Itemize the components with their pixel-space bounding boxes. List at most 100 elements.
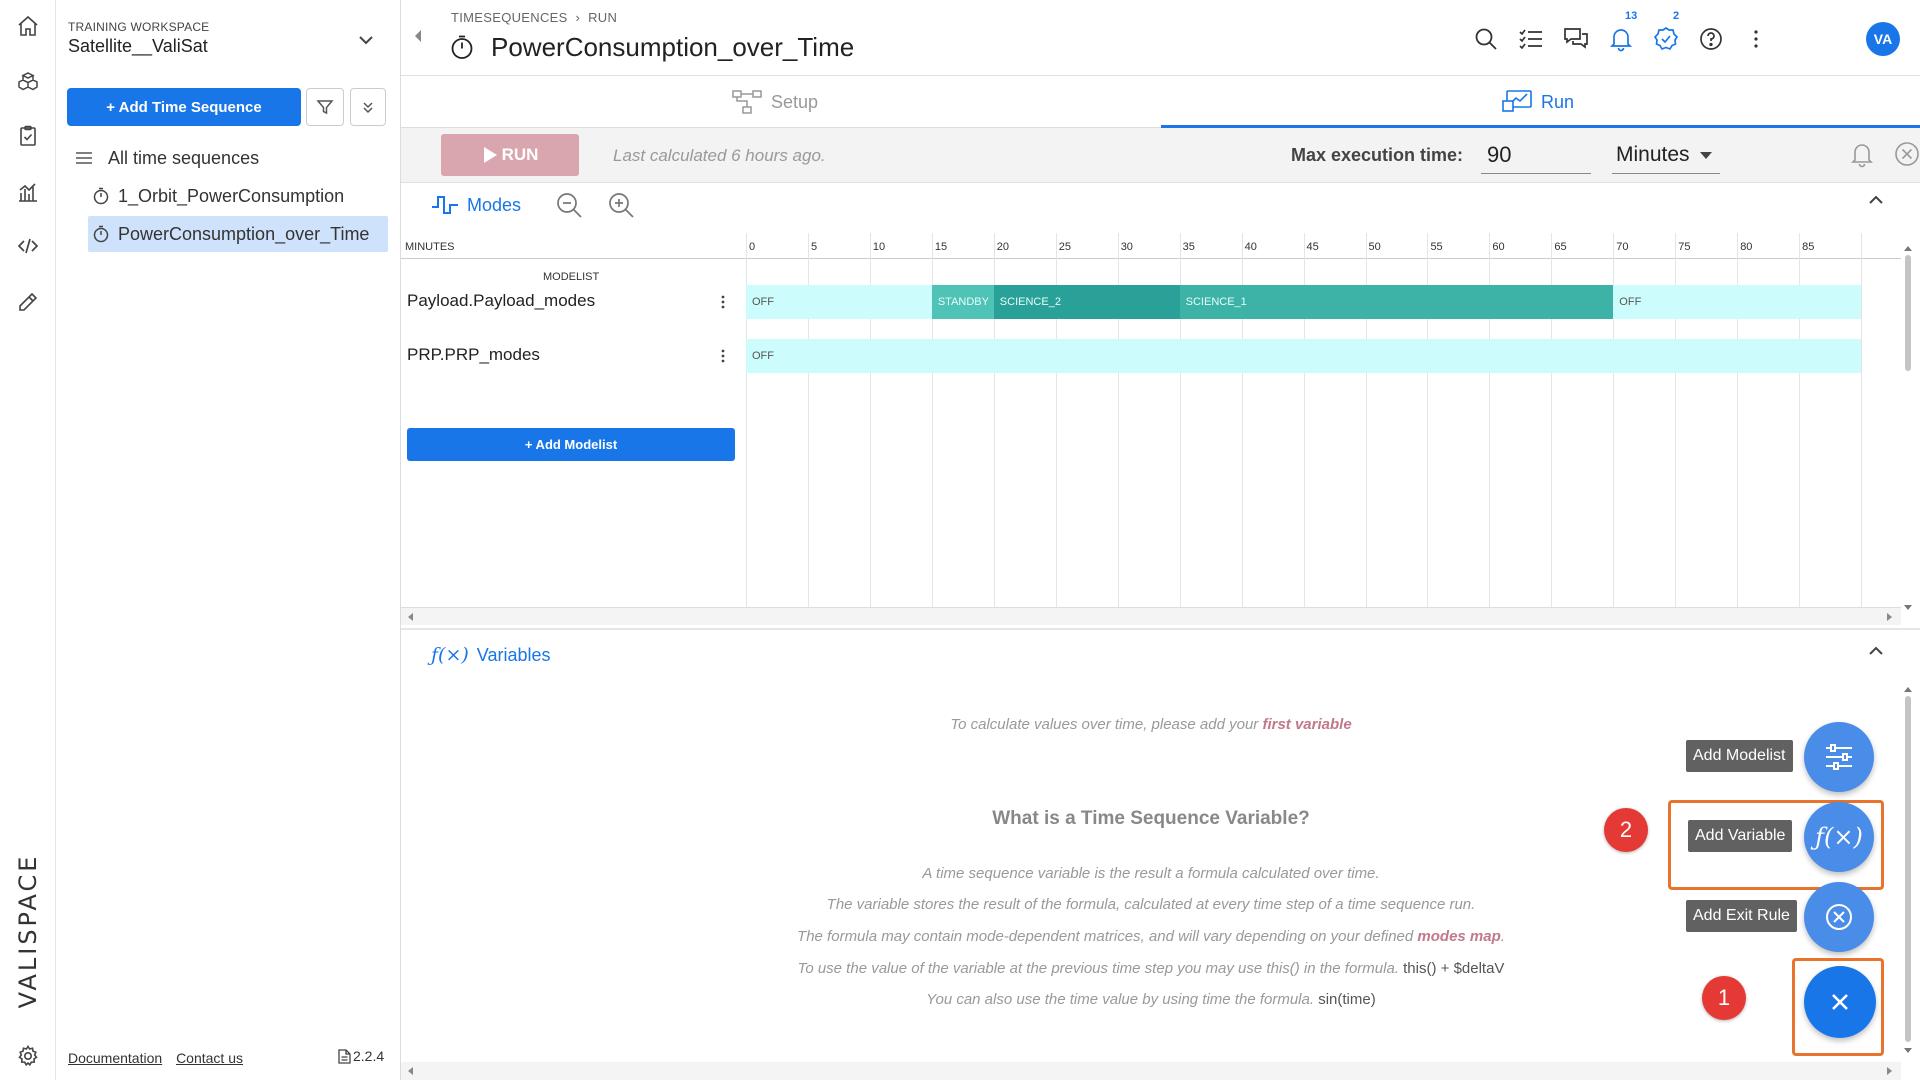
setup-flow-icon [732, 90, 762, 114]
help-paragraph-5: You can also use the time value by using… [401, 991, 1901, 1008]
chevron-down-icon[interactable] [358, 32, 374, 48]
workspace-label: TRAINING WORKSPACE [68, 20, 210, 34]
minutes-axis-label: MINUTES [405, 241, 455, 253]
time-tick-label: 25 [1058, 241, 1071, 253]
intro-text: To calculate values over time, please ad… [950, 716, 1263, 733]
mode-segment-standby[interactable]: STANDBY [931, 285, 994, 319]
modes-heading[interactable]: Modes [431, 193, 521, 217]
collapse-sidebar-icon[interactable] [413, 28, 423, 44]
time-unit-value: Minutes [1616, 142, 1690, 166]
notifications-bell-icon[interactable] [1608, 26, 1634, 52]
time-tick-label: 40 [1244, 241, 1257, 253]
breadcrumb-separator-icon: › [575, 10, 581, 25]
close-speed-dial-fab[interactable] [1804, 966, 1876, 1038]
mode-segment-science-1[interactable]: SCIENCE_1 [1179, 285, 1614, 319]
row-menu-icon[interactable] [721, 349, 725, 363]
checklist-icon[interactable] [1518, 26, 1544, 52]
time-tick-label: 80 [1740, 241, 1753, 253]
contact-link[interactable]: Contact us [176, 1050, 243, 1066]
user-avatar[interactable]: VA [1866, 22, 1900, 56]
tree-item-power-over-time[interactable]: PowerConsumption_over_Time [88, 216, 388, 252]
alarm-bell-icon[interactable] [1849, 140, 1875, 168]
tab-run-label: Run [1541, 91, 1575, 112]
exit-rule-icon[interactable] [1893, 140, 1920, 168]
modes-map-link[interactable]: modes map [1417, 928, 1500, 945]
add-modelist-button[interactable]: + Add Modelist [407, 428, 735, 461]
time-unit-select[interactable]: Minutes [1612, 136, 1720, 174]
run-button[interactable]: RUN [441, 134, 579, 176]
code-example: this() + $deltaV [1403, 960, 1505, 977]
analytics-icon[interactable] [16, 180, 40, 204]
run-chart-icon [1502, 90, 1532, 112]
breadcrumb-timesequences[interactable]: TIMESEQUENCES [451, 10, 568, 25]
breadcrumb: TIMESEQUENCES › RUN [451, 10, 617, 25]
expand-all-button[interactable] [350, 88, 386, 126]
add-time-sequence-button[interactable]: + Add Time Sequence [67, 88, 301, 126]
time-tick-label: 0 [749, 241, 756, 253]
home-icon[interactable] [16, 14, 40, 38]
tasks-check-icon[interactable] [1653, 26, 1679, 52]
help-icon[interactable] [1698, 26, 1724, 52]
ruler-pencil-icon[interactable] [16, 290, 40, 314]
variables-vertical-scrollbar[interactable] [1899, 684, 1917, 1056]
mode-segment-off[interactable]: OFF [746, 285, 932, 319]
mode-segment-off[interactable]: OFF [1613, 285, 1862, 319]
modelist-name-payload[interactable]: Payload.Payload_modes [407, 291, 595, 311]
time-tick-label: 50 [1368, 241, 1381, 253]
variables-horizontal-scrollbar[interactable] [401, 1062, 1901, 1080]
tree-item-orbit-power[interactable]: 1_Orbit_PowerConsumption [92, 178, 372, 214]
max-execution-label: Max execution time: [1291, 145, 1464, 165]
variables-heading[interactable]: ƒ(×) Variables [431, 644, 551, 666]
zoom-in-icon[interactable] [607, 191, 635, 219]
collapse-modes-icon[interactable] [1868, 195, 1884, 205]
clipboard-check-icon[interactable] [16, 124, 40, 148]
function-icon: ƒ(×) [1815, 823, 1863, 851]
help-paragraph-2: The variable stores the result of the fo… [826, 896, 1476, 913]
add-variable-fab-label[interactable]: Add Variable [1688, 820, 1793, 852]
modes-vertical-scrollbar[interactable] [1899, 243, 1917, 613]
more-vertical-icon[interactable] [1743, 26, 1769, 52]
max-execution-input[interactable] [1481, 136, 1591, 174]
modelist-name-prp[interactable]: PRP.PRP_modes [407, 345, 540, 365]
blocks-icon[interactable] [16, 70, 40, 94]
documentation-link[interactable]: Documentation [68, 1050, 162, 1066]
tree-item-label: PowerConsumption_over_Time [118, 223, 370, 244]
step-badge-2: 2 [1604, 808, 1648, 852]
breadcrumb-run: RUN [588, 10, 618, 25]
first-variable-link[interactable]: first variable [1262, 716, 1351, 733]
add-exit-rule-fab-label[interactable]: Add Exit Rule [1686, 900, 1797, 932]
add-modelist-fab[interactable] [1804, 722, 1874, 792]
sequence-sidebar: TRAINING WORKSPACE Satellite__ValiSat + … [56, 0, 401, 1080]
workspace-name[interactable]: Satellite__ValiSat [68, 36, 208, 57]
code-example: sin(time) [1318, 991, 1376, 1008]
mode-segment-science-2[interactable]: SCIENCE_2 [993, 285, 1180, 319]
tree-item-all-sequences[interactable]: All time sequences [72, 140, 372, 176]
help-text: The formula may contain mode-dependent m… [797, 928, 1418, 945]
tab-setup[interactable]: Setup [731, 76, 818, 128]
function-icon: ƒ(×) [431, 644, 469, 666]
run-button-label: RUN [501, 145, 539, 164]
version-number: 2.2.4 [353, 1048, 385, 1064]
modes-horizontal-scrollbar[interactable] [401, 607, 1901, 625]
time-tick-label: 35 [1182, 241, 1195, 253]
run-toolbar: RUN Last calculated 6 hours ago. Max exe… [401, 128, 1920, 183]
chat-icon[interactable] [1563, 26, 1589, 52]
settings-gear-icon[interactable] [16, 1044, 40, 1068]
add-modelist-fab-label[interactable]: Add Modelist [1686, 740, 1793, 772]
stopwatch-icon [449, 34, 475, 60]
code-icon[interactable] [16, 234, 40, 258]
add-variable-fab[interactable]: ƒ(×) [1804, 802, 1874, 872]
tree-item-label: 1_Orbit_PowerConsumption [118, 185, 345, 206]
mode-segment-off[interactable]: OFF [746, 339, 1862, 373]
sidebar-footer: Documentation Contact us [68, 1050, 253, 1066]
time-tick-label: 45 [1306, 241, 1319, 253]
view-tabs: Setup Run [401, 76, 1920, 128]
tab-run[interactable]: Run [1501, 76, 1574, 128]
add-exit-rule-fab[interactable] [1804, 882, 1874, 952]
filter-button[interactable] [306, 88, 344, 126]
search-icon[interactable] [1473, 26, 1499, 52]
time-tick-label: 10 [872, 241, 886, 253]
collapse-variables-icon[interactable] [1868, 646, 1884, 656]
row-menu-icon[interactable] [721, 295, 725, 309]
zoom-out-icon[interactable] [555, 191, 583, 219]
